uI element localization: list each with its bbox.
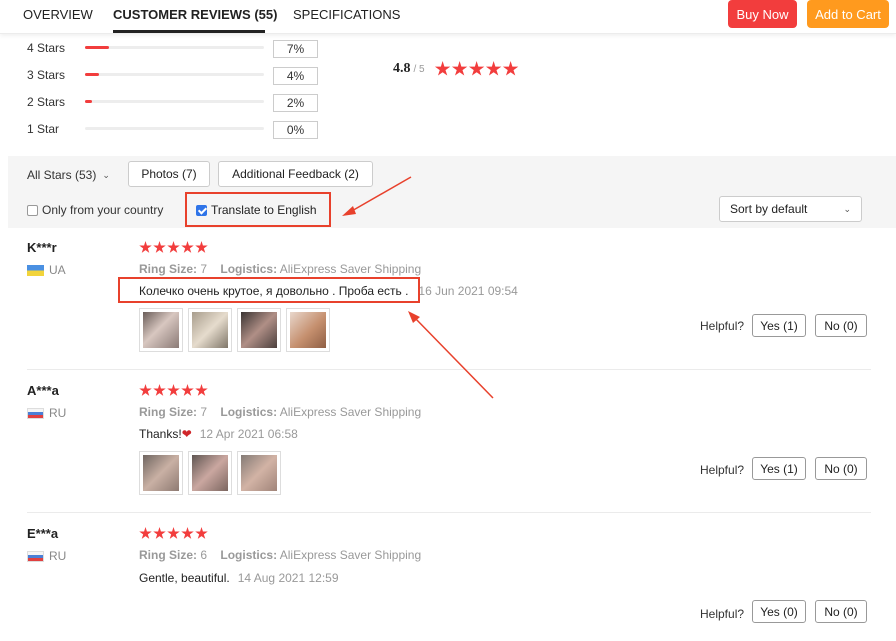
page: OVERVIEW CUSTOMER REVIEWS (55) SPECIFICA… [0, 0, 896, 641]
arrow-icon [342, 176, 412, 216]
arrow-icon [408, 311, 494, 399]
annotation-arrows [342, 176, 494, 399]
